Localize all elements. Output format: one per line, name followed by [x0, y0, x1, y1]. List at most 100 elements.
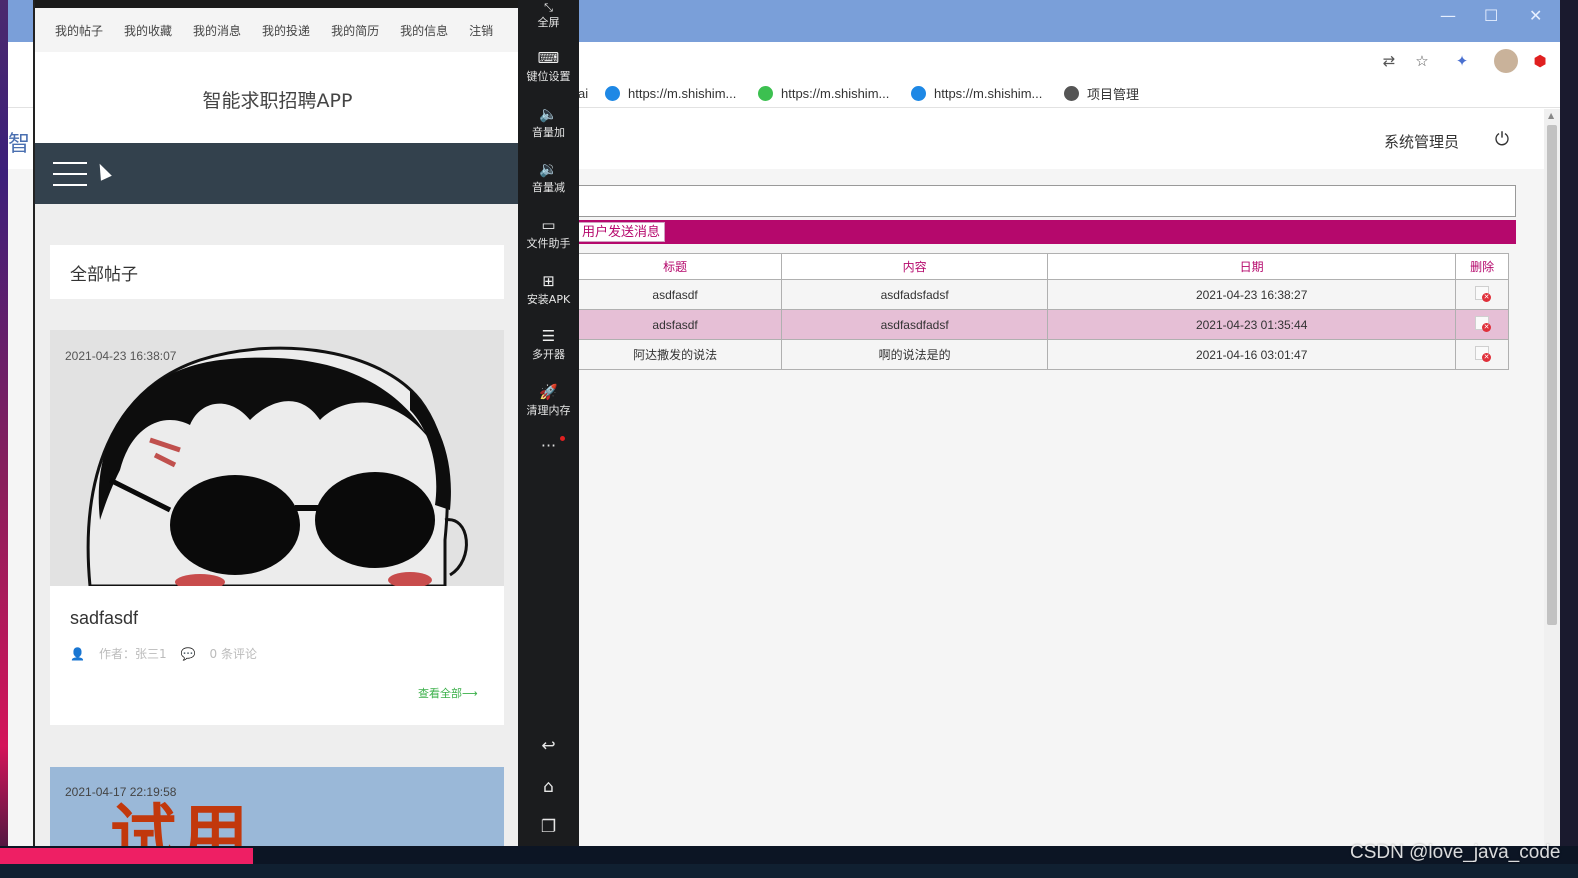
page-scrollbar[interactable]: ▲ ▼	[1544, 109, 1560, 862]
section-title: 全部帖子	[70, 265, 138, 285]
cell-delete: ✕	[1455, 339, 1509, 370]
extension-icon[interactable]: ✦	[1451, 50, 1473, 72]
multi-instance-icon: ☰	[541, 327, 556, 345]
post-comments: 0 条评论	[209, 647, 257, 661]
app-menu-bar	[35, 143, 518, 204]
emulator-sidebar: ⤡ 全屏 ⌨ 键位设置 🔈 音量加 🔉 音量减 ▭ 文件助手 ⊞ 安装APK ☰…	[518, 0, 579, 846]
nav-my-posts[interactable]: 我的帖子	[55, 22, 103, 39]
cell-delete: ✕	[1455, 279, 1509, 310]
file-assistant-button[interactable]: ▭ 文件助手	[518, 215, 579, 251]
android-emulator-screen: 我的帖子 我的收藏 我的消息 我的投递 我的简历 我的信息 注销 智能求职招聘A…	[33, 0, 518, 846]
bookmark-label: 项目管理	[1087, 86, 1140, 102]
delete-icon[interactable]: ✕	[1475, 346, 1492, 362]
scrollbar-thumb[interactable]	[1547, 125, 1557, 625]
clean-memory-button[interactable]: 🚀 清理内存	[518, 382, 579, 418]
mouse-cursor-icon	[94, 161, 112, 181]
post-image: 2021-04-23 16:38:07	[50, 330, 504, 586]
nav-my-resume[interactable]: 我的简历	[331, 22, 379, 39]
cell-title: asdfasdf	[567, 279, 783, 310]
send-message-button[interactable]: 用户发送消息	[577, 222, 666, 242]
app-top-nav: 我的帖子 我的收藏 我的消息 我的投递 我的简历 我的信息 注销	[35, 8, 518, 52]
bookmark-item[interactable]: https://m.shishim...	[911, 84, 1042, 102]
side-label: 清理内存	[526, 404, 571, 417]
bookmark-item[interactable]: https://m.shishim...	[605, 84, 736, 102]
search-input[interactable]	[568, 185, 1516, 217]
more-options-button[interactable]: ···	[518, 436, 579, 455]
home-icon[interactable]: ⌂	[518, 777, 579, 797]
cell-content: asdfasdfadsf	[781, 309, 1049, 340]
nav-my-applications[interactable]: 我的投递	[262, 22, 310, 39]
volume-up-icon: 🔈	[539, 105, 558, 123]
close-icon[interactable]: ✕	[1529, 6, 1542, 25]
admin-user-label[interactable]: 系统管理员	[1384, 131, 1459, 152]
back-icon[interactable]: ↩	[518, 736, 579, 756]
nav-logout[interactable]: 注销	[469, 22, 493, 39]
install-apk-icon: ⊞	[542, 272, 555, 290]
power-icon[interactable]: ⏻	[1491, 129, 1513, 151]
keymap-button[interactable]: ⌨ 键位设置	[518, 48, 579, 84]
side-label: 多开器	[532, 348, 565, 361]
message-table: 标题 内容 日期 删除 asdfasdf asdfadsfadsf 2021-0…	[567, 253, 1509, 370]
bookmark-label: https://m.shishim...	[781, 85, 890, 101]
post-card[interactable]: 2021-04-23 16:38:07 sadfasdf 👤 作者：张三1 💬 …	[50, 330, 504, 725]
watermark: CSDN @love_java_code	[1350, 842, 1561, 863]
volume-down-button[interactable]: 🔉 音量减	[518, 159, 579, 195]
bookmark-item[interactable]: ai	[578, 84, 588, 102]
delete-icon[interactable]: ✕	[1475, 286, 1492, 302]
file-assistant-icon: ▭	[541, 216, 556, 234]
bookmark-favicon-icon	[911, 85, 926, 101]
table-row: asdfasdf asdfadsfadsf 2021-04-23 16:38:2…	[567, 279, 1509, 310]
bookmark-item[interactable]: 项目管理	[1064, 84, 1139, 102]
nav-my-messages[interactable]: 我的消息	[193, 22, 241, 39]
translate-icon[interactable]: ⇄	[1378, 50, 1400, 72]
maximize-icon[interactable]: ☐	[1484, 6, 1498, 25]
post-date: 2021-04-17 22:19:58	[65, 785, 177, 799]
install-apk-button[interactable]: ⊞ 安装APK	[518, 271, 579, 307]
bookmark-favicon-icon	[758, 85, 773, 101]
rocket-icon: 🚀	[539, 383, 558, 401]
delete-icon[interactable]: ✕	[1475, 316, 1492, 332]
hamburger-menu-icon[interactable]	[53, 162, 87, 186]
nav-my-info[interactable]: 我的信息	[400, 22, 448, 39]
taskbar	[0, 846, 1578, 878]
volume-up-button[interactable]: 🔈 音量加	[518, 104, 579, 140]
bookmark-label: https://m.shishim...	[628, 85, 737, 101]
side-label: 文件助手	[526, 237, 571, 250]
star-icon[interactable]: ☆	[1411, 50, 1433, 72]
taskbar-accent	[0, 848, 253, 864]
table-row: adsfasdf asdfasdfadsf 2021-04-23 01:35:4…	[567, 309, 1509, 340]
adblock-icon[interactable]: ⬢	[1529, 50, 1551, 72]
author-icon: 👤	[70, 646, 85, 661]
fullscreen-button[interactable]: ⤡ 全屏	[518, 2, 579, 30]
fullscreen-icon: ⤡	[544, 1, 553, 14]
side-label: 键位设置	[526, 70, 571, 83]
bookmark-item[interactable]: https://m.shishim...	[758, 84, 889, 102]
table-header-row: 标题 内容 日期 删除	[567, 253, 1509, 280]
scroll-up-icon[interactable]: ▲	[1548, 111, 1554, 120]
taskbar-strip	[0, 864, 1578, 878]
bookmark-label: https://m.shishim...	[934, 85, 1043, 101]
more-dots-icon: ···	[540, 436, 557, 455]
nav-my-favorites[interactable]: 我的收藏	[124, 22, 172, 39]
post-card[interactable]: 试用 2021-04-17 22:19:58	[50, 767, 504, 846]
section-header: 全部帖子	[50, 245, 504, 299]
recent-apps-icon[interactable]: ❐	[518, 817, 579, 837]
multi-instance-button[interactable]: ☰ 多开器	[518, 326, 579, 362]
action-bar: 用户发送消息	[568, 220, 1516, 244]
cell-date: 2021-04-16 03:01:47	[1047, 339, 1457, 370]
side-label: 全屏	[537, 16, 560, 29]
status-bar	[35, 0, 518, 8]
cell-title: adsfasdf	[567, 309, 783, 340]
background-page-title: 智	[8, 132, 31, 157]
notification-dot	[560, 436, 565, 441]
side-label: 安装APK	[526, 293, 571, 306]
cell-delete: ✕	[1455, 309, 1509, 340]
app-header: 智能求职招聘APP	[35, 52, 518, 143]
post-title[interactable]: sadfasdf	[70, 608, 138, 629]
avatar[interactable]	[1494, 49, 1518, 73]
comment-icon: 💬	[180, 646, 196, 661]
cartoon-face-image	[50, 330, 504, 586]
column-header-title: 标题	[567, 253, 783, 280]
view-all-link[interactable]: 查看全部⟶	[418, 685, 478, 701]
minimize-icon[interactable]: —	[1440, 6, 1456, 25]
